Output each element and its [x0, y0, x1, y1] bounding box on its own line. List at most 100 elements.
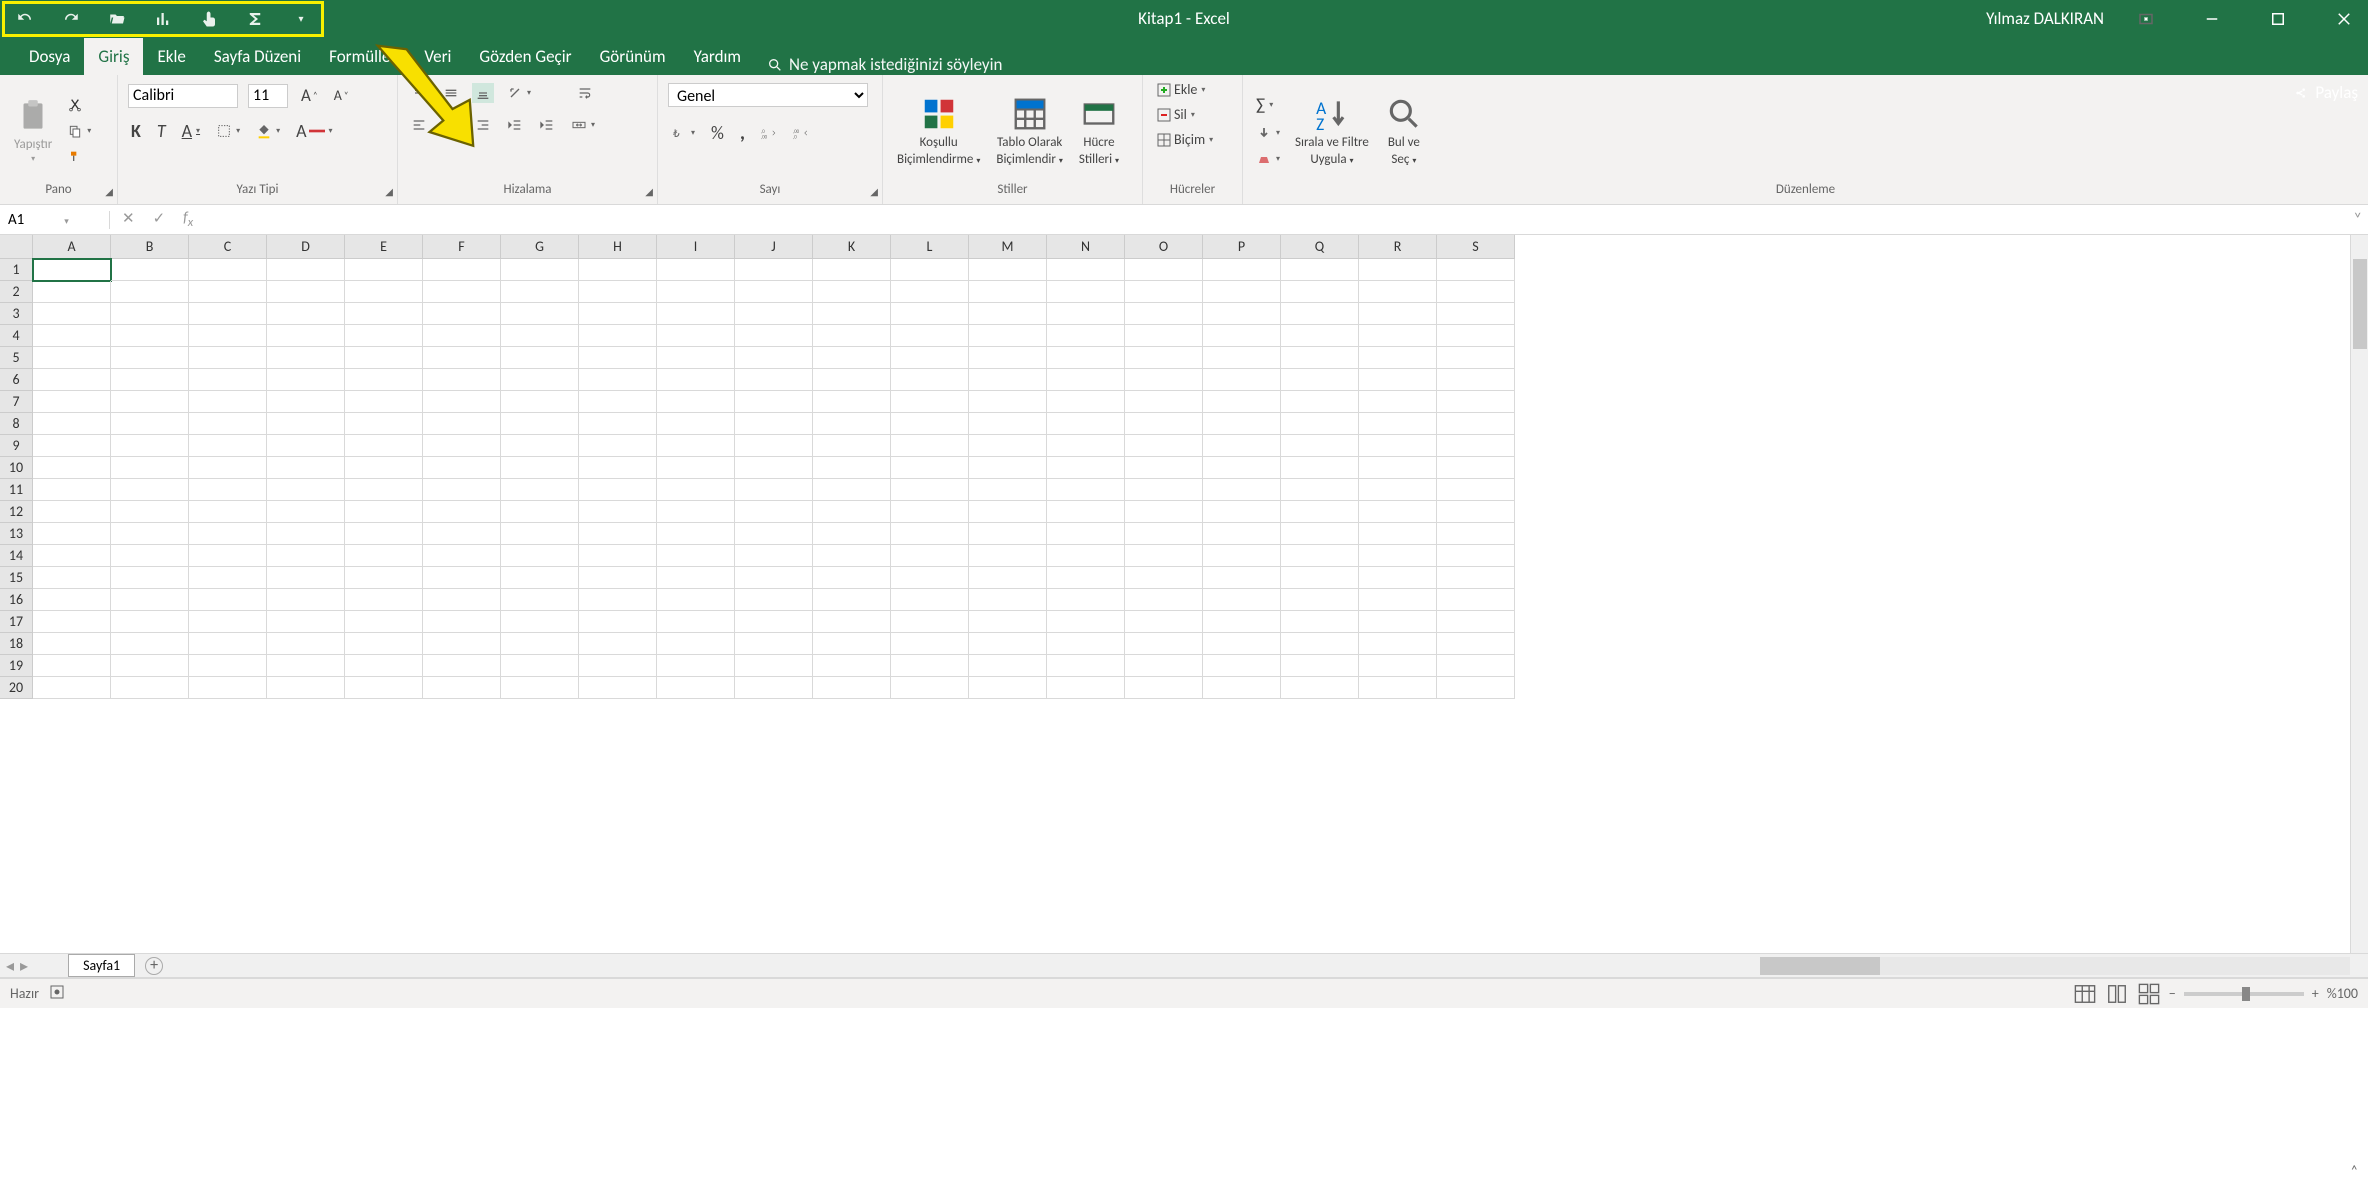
cell[interactable]: [1203, 281, 1281, 303]
row-header[interactable]: 11: [0, 479, 33, 501]
cell[interactable]: [267, 611, 345, 633]
cell[interactable]: [813, 325, 891, 347]
col-header[interactable]: O: [1125, 235, 1203, 259]
cell[interactable]: [33, 545, 111, 567]
row-header[interactable]: 18: [0, 633, 33, 655]
cell[interactable]: [189, 391, 267, 413]
cell[interactable]: [423, 523, 501, 545]
row-header[interactable]: 8: [0, 413, 33, 435]
cell[interactable]: [1203, 303, 1281, 325]
cell[interactable]: [1359, 589, 1437, 611]
tab-formuller[interactable]: Formüller: [315, 38, 410, 75]
sort-filter-button[interactable]: AZ Sırala ve Filtre Uygula ▾: [1291, 95, 1373, 167]
cell[interactable]: [735, 391, 813, 413]
cell[interactable]: [1047, 611, 1125, 633]
cell[interactable]: [189, 655, 267, 677]
cell[interactable]: [1047, 567, 1125, 589]
cancel-formula-icon[interactable]: ✕: [122, 209, 135, 230]
cell[interactable]: [657, 413, 735, 435]
cell[interactable]: [813, 413, 891, 435]
cell[interactable]: [1437, 479, 1515, 501]
cell[interactable]: [1047, 523, 1125, 545]
col-header[interactable]: I: [657, 235, 735, 259]
cell[interactable]: [267, 479, 345, 501]
cell[interactable]: [1437, 589, 1515, 611]
cell[interactable]: [345, 501, 423, 523]
cell[interactable]: [1125, 457, 1203, 479]
cell[interactable]: [501, 523, 579, 545]
cell[interactable]: [189, 611, 267, 633]
cell[interactable]: [501, 281, 579, 303]
cell[interactable]: [33, 655, 111, 677]
cell[interactable]: [501, 457, 579, 479]
cell[interactable]: [1203, 369, 1281, 391]
cell[interactable]: [423, 633, 501, 655]
cell[interactable]: [189, 677, 267, 699]
cell[interactable]: [735, 501, 813, 523]
cell[interactable]: [735, 347, 813, 369]
cell[interactable]: [657, 325, 735, 347]
cell[interactable]: [579, 655, 657, 677]
underline-icon[interactable]: A: [179, 118, 203, 144]
cell[interactable]: [1359, 347, 1437, 369]
cell[interactable]: [423, 545, 501, 567]
cell[interactable]: [267, 347, 345, 369]
open-folder-icon[interactable]: [107, 9, 127, 29]
cell[interactable]: [189, 589, 267, 611]
redo-icon[interactable]: [61, 9, 81, 29]
cell[interactable]: [735, 655, 813, 677]
cell[interactable]: [423, 369, 501, 391]
cell[interactable]: [189, 545, 267, 567]
cell[interactable]: [1203, 633, 1281, 655]
cell[interactable]: [1047, 303, 1125, 325]
cell[interactable]: [345, 633, 423, 655]
cell[interactable]: [1125, 369, 1203, 391]
cell[interactable]: [33, 677, 111, 699]
cell[interactable]: [189, 325, 267, 347]
cell[interactable]: [969, 391, 1047, 413]
cell[interactable]: [657, 545, 735, 567]
cell[interactable]: [423, 501, 501, 523]
cell[interactable]: [891, 655, 969, 677]
cell[interactable]: [189, 435, 267, 457]
cell[interactable]: [657, 259, 735, 281]
cell[interactable]: [579, 523, 657, 545]
cell[interactable]: [345, 281, 423, 303]
cell[interactable]: [1203, 677, 1281, 699]
cell[interactable]: [1125, 677, 1203, 699]
cell[interactable]: [345, 589, 423, 611]
cell[interactable]: [189, 523, 267, 545]
cell[interactable]: [423, 435, 501, 457]
cell[interactable]: [813, 523, 891, 545]
cell[interactable]: [345, 611, 423, 633]
cell[interactable]: [1359, 567, 1437, 589]
cell[interactable]: [33, 325, 111, 347]
cell[interactable]: [423, 611, 501, 633]
row-header[interactable]: 4: [0, 325, 33, 347]
cell[interactable]: [579, 325, 657, 347]
cell[interactable]: [111, 545, 189, 567]
cell[interactable]: [579, 611, 657, 633]
tab-nav-prev-icon[interactable]: ◂: [0, 956, 20, 976]
align-center-icon[interactable]: [440, 115, 462, 135]
cell[interactable]: [33, 281, 111, 303]
number-format-select[interactable]: Genel: [668, 83, 868, 107]
cell[interactable]: [1437, 325, 1515, 347]
cell[interactable]: [579, 303, 657, 325]
cell[interactable]: [1281, 677, 1359, 699]
page-layout-view-icon[interactable]: [2105, 983, 2129, 1005]
italic-icon[interactable]: T: [154, 118, 169, 144]
cell[interactable]: [735, 677, 813, 699]
cell[interactable]: [1203, 545, 1281, 567]
cell[interactable]: [1047, 413, 1125, 435]
cell[interactable]: [657, 457, 735, 479]
cell[interactable]: [1203, 391, 1281, 413]
cell[interactable]: [111, 325, 189, 347]
cell[interactable]: [1359, 545, 1437, 567]
cell[interactable]: [891, 677, 969, 699]
cell[interactable]: [267, 325, 345, 347]
select-all-corner[interactable]: [0, 235, 33, 259]
cell[interactable]: [1047, 435, 1125, 457]
cell[interactable]: [969, 413, 1047, 435]
insert-cells-button[interactable]: Ekle: [1153, 79, 1208, 100]
